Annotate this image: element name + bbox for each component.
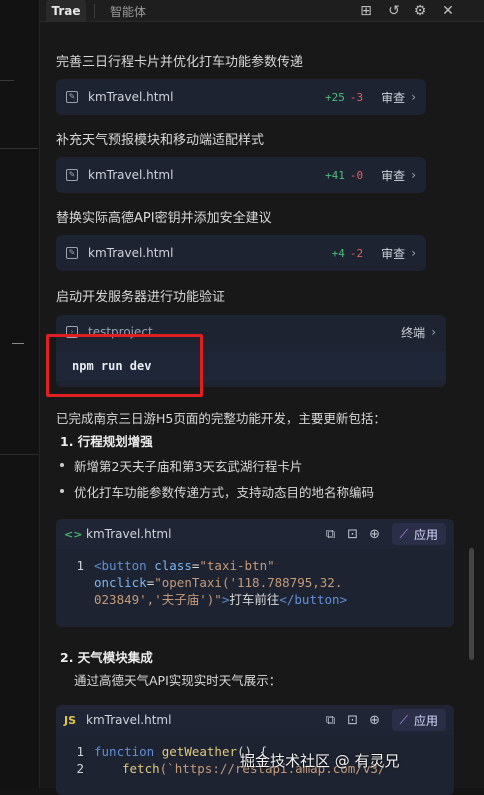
chevron-right-icon: ›: [411, 246, 416, 260]
panel-tabbar: Trae 智能体 ⊞ ↺ ⚙ ✕: [40, 0, 484, 22]
code-token: onclick: [94, 575, 147, 590]
editor-gutter: [0, 0, 40, 788]
tab-agent[interactable]: 智能体: [110, 0, 146, 22]
terminal-header[interactable]: › testproject 终端 ›: [56, 315, 446, 349]
file-name: kmTravel.html: [88, 90, 174, 104]
code-token: fetch: [122, 761, 160, 776]
line-number: 2: [76, 761, 84, 776]
code-file-name: kmTravel.html: [86, 713, 172, 727]
close-icon[interactable]: ✕: [438, 1, 458, 21]
summary-heading: 2. 天气模块集成: [60, 650, 153, 665]
apply-label: 应用: [413, 713, 438, 728]
copy-icon[interactable]: ⧉: [320, 713, 342, 728]
collapse-indicator[interactable]: [12, 343, 24, 344]
line-number: 1: [76, 558, 84, 573]
line-number: 1: [76, 744, 84, 759]
bullet-dot: [60, 489, 64, 493]
file-edit-icon: ✎: [66, 169, 78, 181]
watermark-text: 掘金技术社区 @ 有灵兄: [240, 752, 400, 770]
code-token: "taxi-btn": [199, 558, 275, 573]
apply-button[interactable]: ⟋ 应用: [391, 523, 446, 545]
summary-bullet: 优化打车功能参数传递方式，支持动态目的地名称编码: [74, 485, 375, 500]
insert-icon[interactable]: ⊡: [342, 527, 364, 542]
terminal-icon: ›: [66, 326, 78, 338]
file-name: kmTravel.html: [88, 168, 174, 182]
terminal-card[interactable]: › testproject 终端 › npm run dev: [56, 315, 446, 387]
code-token: <button: [94, 558, 147, 573]
history-icon[interactable]: ↺: [384, 1, 404, 21]
code-token: </button>: [279, 592, 348, 607]
magic-wand-icon: ⟋: [399, 712, 408, 727]
gutter-line: [0, 148, 38, 149]
file-change-card[interactable]: ✎ kmTravel.html +4 -2 审查 ›: [56, 235, 426, 271]
settings-icon[interactable]: ⚙: [410, 1, 430, 21]
code-token: 打车前往: [229, 592, 280, 607]
terminal-project: testproject: [88, 325, 153, 339]
copy-icon[interactable]: ⧉: [320, 527, 342, 542]
summary-bullet: 新增第2天夫子庙和第3天玄武湖行程卡片: [74, 459, 303, 474]
file-change-card[interactable]: ✎ kmTravel.html +41 -0 审查 ›: [56, 157, 426, 193]
code-file-name: kmTravel.html: [86, 527, 172, 541]
new-chat-icon[interactable]: ⊞: [356, 1, 376, 21]
review-button[interactable]: 审查: [381, 167, 405, 184]
file-change-card[interactable]: ✎ kmTravel.html +25 -3 审查 ›: [56, 79, 426, 115]
terminal-command: npm run dev: [72, 359, 152, 373]
step-title: 完善三日行程卡片并优化打车功能参数传递: [56, 55, 304, 70]
lines-removed: -0: [349, 168, 364, 182]
gutter-line: [0, 454, 38, 455]
lines-removed: -3: [349, 90, 364, 104]
code-token: class: [146, 558, 192, 573]
code-content: 1 <button class="taxi-btn" onclick="openT…: [56, 549, 454, 616]
js-lang-icon: JS: [64, 713, 77, 727]
summary-text: 通过高德天气API实现实时天气展示：: [74, 673, 282, 688]
insert-icon[interactable]: ⊡: [342, 713, 364, 728]
chevron-right-icon: ›: [411, 168, 416, 182]
new-file-icon[interactable]: ⊕: [364, 527, 386, 542]
tab-divider: [94, 4, 95, 18]
terminal-button[interactable]: 终端: [401, 324, 425, 341]
code-header: <> kmTravel.html ⧉ ⊡ ⊕ ⟋ 应用: [56, 519, 454, 549]
code-token: 023849','夫子庙')": [94, 592, 222, 607]
review-button[interactable]: 审查: [381, 245, 405, 262]
gutter-line: [0, 80, 14, 81]
file-edit-icon: ✎: [66, 91, 78, 103]
html-lang-icon: <>: [64, 527, 83, 541]
lines-added: +25: [325, 90, 345, 104]
lines-added: +41: [325, 168, 345, 182]
vertical-scrollbar[interactable]: [469, 548, 474, 660]
code-token: getWeather: [154, 744, 238, 759]
apply-button[interactable]: ⟋ 应用: [391, 709, 446, 731]
step-title: 启动开发服务器进行功能验证: [56, 290, 226, 305]
review-button[interactable]: 审查: [381, 89, 405, 106]
code-token: function: [94, 744, 155, 759]
summary-heading: 1. 行程规划增强: [60, 434, 153, 449]
apply-label: 应用: [413, 527, 438, 542]
tab-trae[interactable]: Trae: [46, 0, 86, 22]
summary-intro: 已完成南京三日游H5页面的完整功能开发，主要更新包括：: [56, 411, 386, 426]
code-token: "openTaxi('118.788795,32.: [154, 575, 343, 590]
lines-removed: -2: [349, 246, 364, 260]
lines-added: +4: [331, 246, 345, 260]
chat-panel: Trae 智能体 ⊞ ↺ ⚙ ✕ 完善三日行程卡片并优化打车功能参数传递 ✎ k…: [40, 0, 484, 795]
bullet-dot: [60, 463, 64, 467]
file-edit-icon: ✎: [66, 247, 78, 259]
code-block: <> kmTravel.html ⧉ ⊡ ⊕ ⟋ 应用 1 <button cla…: [56, 519, 454, 627]
code-header: JS kmTravel.html ⧉ ⊡ ⊕ ⟋ 应用: [56, 705, 454, 735]
new-file-icon[interactable]: ⊕: [364, 713, 386, 728]
file-name: kmTravel.html: [88, 246, 174, 260]
step-title: 补充天气预报模块和移动端适配样式: [56, 133, 265, 148]
chevron-right-icon: ›: [411, 90, 416, 104]
step-title: 替换实际高德API密钥并添加安全建议: [56, 211, 272, 226]
chevron-right-icon: ›: [431, 325, 436, 339]
magic-wand-icon: ⟋: [399, 526, 408, 541]
